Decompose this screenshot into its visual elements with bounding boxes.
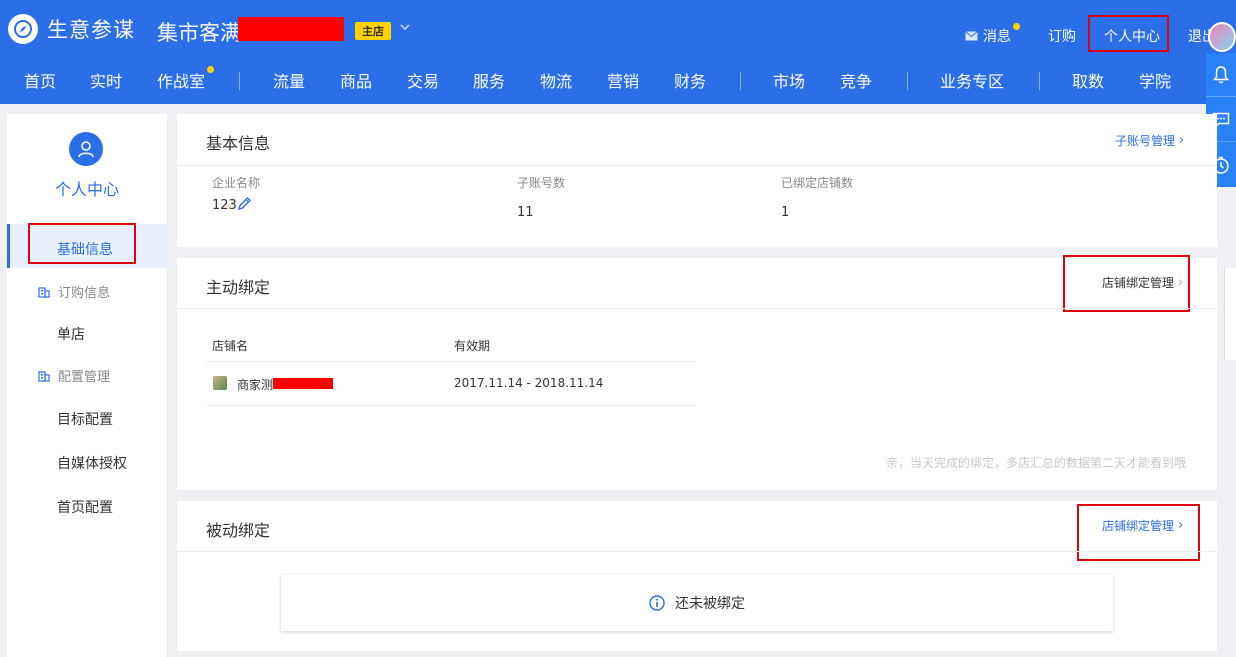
brand[interactable]: 生意参谋 [8, 14, 135, 44]
highlight-box [1063, 255, 1190, 312]
user-icon [69, 132, 103, 166]
nav-item-marketing[interactable]: 营销 [607, 68, 639, 92]
sidebar-title: 个人中心 [54, 180, 119, 199]
building-icon [38, 286, 50, 298]
messages-link[interactable]: 消息 [965, 23, 1020, 46]
edit-icon[interactable] [237, 196, 252, 211]
binding-hint-text: 亲，当天完成的绑定，多店汇总的数据第二天才能看到哦 [886, 456, 1187, 470]
table-cell-store[interactable]: 商家测 [237, 376, 273, 393]
nav-item-fetch-data[interactable]: 取数 [1072, 68, 1104, 92]
divider [206, 361, 696, 362]
sidebar-item-target-config[interactable]: 目标配置 [57, 409, 113, 429]
shop-name: 集市客满 [157, 21, 241, 45]
brand-name: 生意参谋 [47, 18, 135, 42]
nav-divider [1039, 72, 1040, 90]
nav-item-realtime[interactable]: 实时 [90, 68, 122, 92]
nav-item-products[interactable]: 商品 [340, 68, 372, 92]
store-avatar-icon [213, 376, 227, 390]
nav-divider [740, 72, 741, 90]
collapsed-side-panel[interactable] [1224, 268, 1236, 360]
card-title: 主动绑定 [206, 278, 271, 297]
nav-new-dot [207, 66, 214, 73]
highlight-box [1077, 504, 1200, 561]
nav-item-war-room[interactable]: 作战室 [157, 68, 205, 92]
divider [177, 308, 1217, 309]
basic-info-card: 基本信息 子账号管理 › 企业名称 123 子账号数 11 已绑定店铺数 1 [177, 114, 1217, 247]
sidebar-group-order-info[interactable]: 订购信息 [38, 282, 110, 301]
subaccount-count-value: 11 [517, 205, 534, 220]
sidebar-item-media-auth[interactable]: 自媒体授权 [57, 453, 127, 473]
unread-dot [1013, 23, 1020, 30]
passive-binding-card: 被动绑定 店铺绑定管理 › 还未被绑定 [177, 501, 1217, 651]
company-name-value: 123 [212, 198, 237, 213]
nav-item-market[interactable]: 市场 [773, 68, 805, 92]
highlight-box [28, 223, 136, 264]
top-bar: 生意参谋 集市客满 主店 消息 订购 个人中心 退出 首页 实时 作战室 流量 … [0, 0, 1236, 104]
nav-item-home[interactable]: 首页 [24, 68, 56, 92]
column-header-validity: 有效期 [454, 339, 491, 353]
sidebar: 个人中心 基础信息 订购信息 单店 配置管理 目标配置 自媒体授权 首页配置 [7, 114, 167, 657]
building-icon [38, 370, 50, 382]
divider [177, 165, 1217, 166]
compass-logo-icon [8, 14, 38, 44]
mail-icon [965, 31, 978, 41]
empty-state: 还未被绑定 [281, 575, 1113, 631]
card-title: 基本信息 [206, 134, 271, 153]
sidebar-item-single-store[interactable]: 单店 [57, 324, 85, 344]
bell-icon[interactable] [1206, 53, 1236, 97]
nav-item-business-zone[interactable]: 业务专区 [940, 68, 1004, 92]
nav-item-transactions[interactable]: 交易 [407, 68, 439, 92]
bound-store-count-value: 1 [781, 205, 790, 220]
active-binding-card: 主动绑定 店铺绑定管理 › 店铺名 有效期 商家测 2017.11.14 - 20… [177, 255, 1217, 490]
sidebar-group-config[interactable]: 配置管理 [38, 366, 110, 385]
info-icon [649, 595, 665, 611]
sidebar-item-home-config[interactable]: 首页配置 [57, 497, 113, 517]
bound-store-count-label: 已绑定店铺数 [781, 176, 854, 190]
main-nav: 首页 实时 作战室 流量 商品 交易 服务 物流 营销 财务 市场 竞争 业务专… [0, 60, 1205, 104]
nav-item-academy[interactable]: 学院 [1139, 68, 1171, 92]
sidebar-group-label: 配置管理 [58, 370, 111, 385]
redaction-block [273, 378, 333, 389]
nav-divider [239, 72, 240, 90]
table-cell-validity: 2017.11.14 - 2018.11.14 [454, 376, 604, 390]
divider [206, 405, 696, 406]
nav-item-traffic[interactable]: 流量 [273, 68, 305, 92]
subaccount-manage-link[interactable]: 子账号管理 › [1115, 132, 1184, 149]
empty-state-text: 还未被绑定 [675, 596, 745, 612]
column-header-store: 店铺名 [212, 339, 249, 353]
redaction-block [238, 17, 344, 41]
company-name-label: 企业名称 [212, 176, 261, 190]
nav-item-finance[interactable]: 财务 [674, 68, 706, 92]
divider [177, 551, 1217, 552]
sidebar-group-label: 订购信息 [58, 286, 111, 301]
avatar[interactable] [1208, 22, 1236, 52]
main-store-badge: 主店 [355, 22, 391, 40]
nav-item-logistics[interactable]: 物流 [540, 68, 572, 92]
messages-label: 消息 [983, 29, 1011, 45]
nav-divider [907, 72, 908, 90]
chevron-down-icon[interactable] [398, 20, 412, 34]
link-label: 子账号管理 [1115, 134, 1176, 148]
order-link[interactable]: 订购 [1048, 26, 1076, 46]
card-title: 被动绑定 [206, 521, 271, 540]
nav-item-service[interactable]: 服务 [473, 68, 505, 92]
highlight-box [1088, 15, 1169, 52]
subaccount-count-label: 子账号数 [517, 176, 566, 190]
chevron-right-icon: › [1179, 133, 1185, 148]
nav-item-competition[interactable]: 竞争 [840, 68, 872, 92]
